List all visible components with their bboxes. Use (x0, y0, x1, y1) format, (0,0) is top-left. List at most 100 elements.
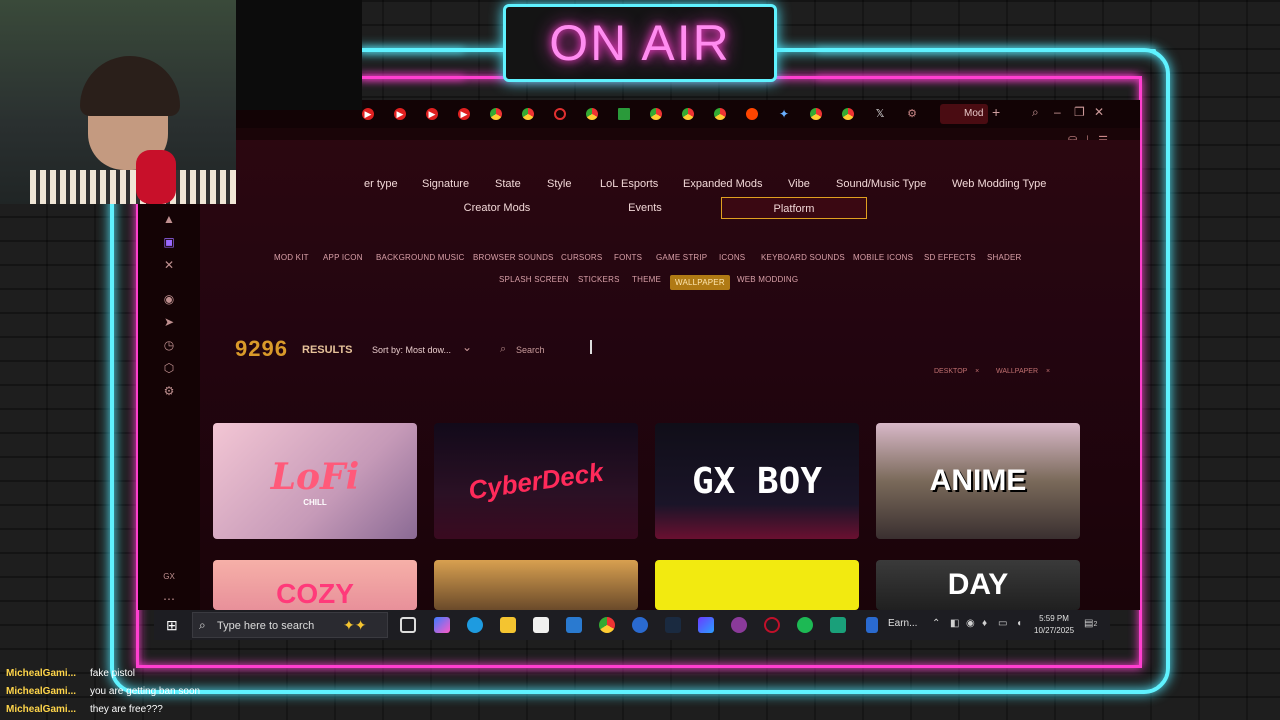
x-icon[interactable]: ✕ (162, 258, 176, 272)
subtab-platform[interactable]: Platform (721, 197, 867, 219)
chrome-icon[interactable] (522, 108, 534, 120)
player-icon[interactable]: ◉ (162, 292, 176, 306)
chrome-icon[interactable] (586, 108, 598, 120)
apps-grid-icon[interactable] (618, 108, 630, 120)
chrome-icon[interactable] (650, 108, 662, 120)
category-tab[interactable]: er type (364, 178, 398, 190)
network-icon[interactable]: ▭ (998, 618, 1007, 629)
chip-icons[interactable]: ICONS (719, 253, 745, 262)
category-tab[interactable]: Expanded Mods (683, 178, 763, 190)
chip-web-modding[interactable]: WEB MODDING (737, 275, 798, 284)
wallpaper-card[interactable] (655, 560, 859, 610)
copilot-icon[interactable] (434, 617, 450, 633)
microphone-icon[interactable]: ♦ (982, 618, 987, 629)
chip-mod-kit[interactable]: MOD KIT (274, 253, 309, 262)
taskbar-search[interactable]: ⌕ Type here to search ✦✦ (192, 612, 388, 638)
volume-icon[interactable]: ◖ (1016, 618, 1022, 629)
wallpaper-card[interactable]: DAY (876, 560, 1080, 610)
chevron-down-icon[interactable]: ⌄ (462, 340, 472, 354)
windows-start-icon[interactable]: ⊞ (166, 617, 178, 634)
history-icon[interactable]: ◷ (162, 338, 176, 352)
document-icon[interactable] (866, 617, 878, 633)
chip-app-icon[interactable]: APP ICON (323, 253, 363, 262)
category-tab[interactable]: Vibe (788, 178, 810, 190)
chrome-icon[interactable] (599, 617, 615, 633)
new-tab-button[interactable]: + (992, 104, 1000, 120)
tray-icon[interactable]: ◉ (966, 618, 975, 629)
settings-icon[interactable]: ⚙ (162, 384, 176, 398)
x-icon[interactable]: 𝕏 (874, 108, 886, 120)
chip-fonts[interactable]: FONTS (614, 253, 642, 262)
send-icon[interactable]: ➤ (162, 315, 176, 329)
taskbar-earn-app[interactable]: Earn... (888, 618, 917, 629)
app-icon[interactable] (698, 617, 714, 633)
discord-icon[interactable] (731, 617, 747, 633)
gemini-icon[interactable]: ✦ (778, 108, 790, 120)
youtube-icon[interactable]: ▶ (394, 108, 406, 120)
chip-keyboard-sounds[interactable]: KEYBOARD SOUNDS (761, 253, 845, 262)
subtab-events[interactable]: Events (572, 197, 718, 219)
chip-theme[interactable]: THEME (632, 275, 661, 284)
chrome-icon[interactable] (490, 108, 502, 120)
file-explorer-icon[interactable] (500, 617, 516, 633)
more-icon[interactable]: ⋯ (162, 592, 176, 606)
chip-mobile-icons[interactable]: MOBILE ICONS (853, 253, 913, 262)
wallpaper-card[interactable]: ANIME (876, 423, 1080, 539)
app-icon[interactable] (830, 617, 846, 633)
tray-icon[interactable]: ◧ (950, 618, 959, 629)
spotify-icon[interactable] (797, 617, 813, 633)
active-tab[interactable]: Mod (940, 104, 988, 124)
category-tab[interactable]: Signature (422, 178, 469, 190)
youtube-icon[interactable]: ▶ (426, 108, 438, 120)
chip-sd-effects[interactable]: SD EFFECTS (924, 253, 976, 262)
chip-stickers[interactable]: STICKERS (578, 275, 620, 284)
subtab-creator-mods[interactable]: Creator Mods (424, 197, 570, 219)
youtube-icon[interactable]: ▶ (458, 108, 470, 120)
wallpaper-card[interactable]: COZY (213, 560, 417, 610)
search-icon[interactable]: ⌕ (1032, 105, 1039, 120)
close-button[interactable]: ✕ (1094, 105, 1104, 119)
restore-button[interactable]: ❐ (1074, 105, 1085, 119)
search-input[interactable]: Search (516, 345, 545, 355)
mail-icon[interactable] (566, 617, 582, 633)
wallpaper-card[interactable] (434, 560, 638, 610)
reddit-icon[interactable] (746, 108, 758, 120)
extensions-icon[interactable]: ⬡ (162, 361, 176, 375)
youtube-icon[interactable]: ▶ (362, 108, 374, 120)
task-view-icon[interactable] (400, 617, 416, 633)
opera-icon[interactable] (554, 108, 566, 120)
wallpaper-card[interactable]: CyberDeck (434, 423, 638, 539)
notifications-icon[interactable]: ▤2 (1084, 618, 1097, 629)
chip-shader[interactable]: SHADER (987, 253, 1022, 262)
wallpaper-card[interactable]: LoFi CHILL (213, 423, 417, 539)
steam-icon[interactable] (665, 617, 681, 633)
chevron-up-icon[interactable]: ⌃ (932, 618, 940, 629)
sort-dropdown[interactable]: Sort by: Most dow... (372, 345, 451, 355)
edge-icon[interactable] (467, 617, 483, 633)
category-tab[interactable]: Web Modding Type (952, 178, 1046, 190)
chip-browser-sounds[interactable]: BROWSER SOUNDS (473, 253, 554, 262)
opera-gx-icon[interactable] (764, 617, 780, 633)
aria-icon[interactable]: ▲ (162, 212, 176, 226)
minimize-button[interactable]: – (1054, 105, 1061, 119)
remove-filter-icon[interactable]: × (975, 368, 979, 375)
chrome-icon[interactable] (714, 108, 726, 120)
chrome-icon[interactable] (842, 108, 854, 120)
store-icon[interactable] (533, 617, 549, 633)
chip-game-strip[interactable]: GAME STRIP (656, 253, 707, 262)
gear-icon[interactable]: ⚙ (906, 108, 918, 120)
remove-filter-icon[interactable]: × (1046, 368, 1050, 375)
category-tab[interactable]: Style (547, 178, 571, 190)
gx-icon[interactable]: GX (162, 570, 176, 584)
chip-wallpaper-selected[interactable]: WALLPAPER (670, 275, 730, 290)
twitch-icon[interactable]: ▣ (162, 235, 176, 249)
chip-background-music[interactable]: BACKGROUND MUSIC (376, 253, 465, 262)
bluetooth-app-icon[interactable] (632, 617, 648, 633)
clock[interactable]: 5:59 PM 10/27/2025 (1034, 613, 1074, 637)
wallpaper-card[interactable]: GX BOY (655, 423, 859, 539)
chrome-icon[interactable] (682, 108, 694, 120)
chip-splash-screen[interactable]: SPLASH SCREEN (499, 275, 569, 284)
category-tab[interactable]: Sound/Music Type (836, 178, 926, 190)
chip-cursors[interactable]: CURSORS (561, 253, 602, 262)
category-tab[interactable]: LoL Esports (600, 178, 658, 190)
